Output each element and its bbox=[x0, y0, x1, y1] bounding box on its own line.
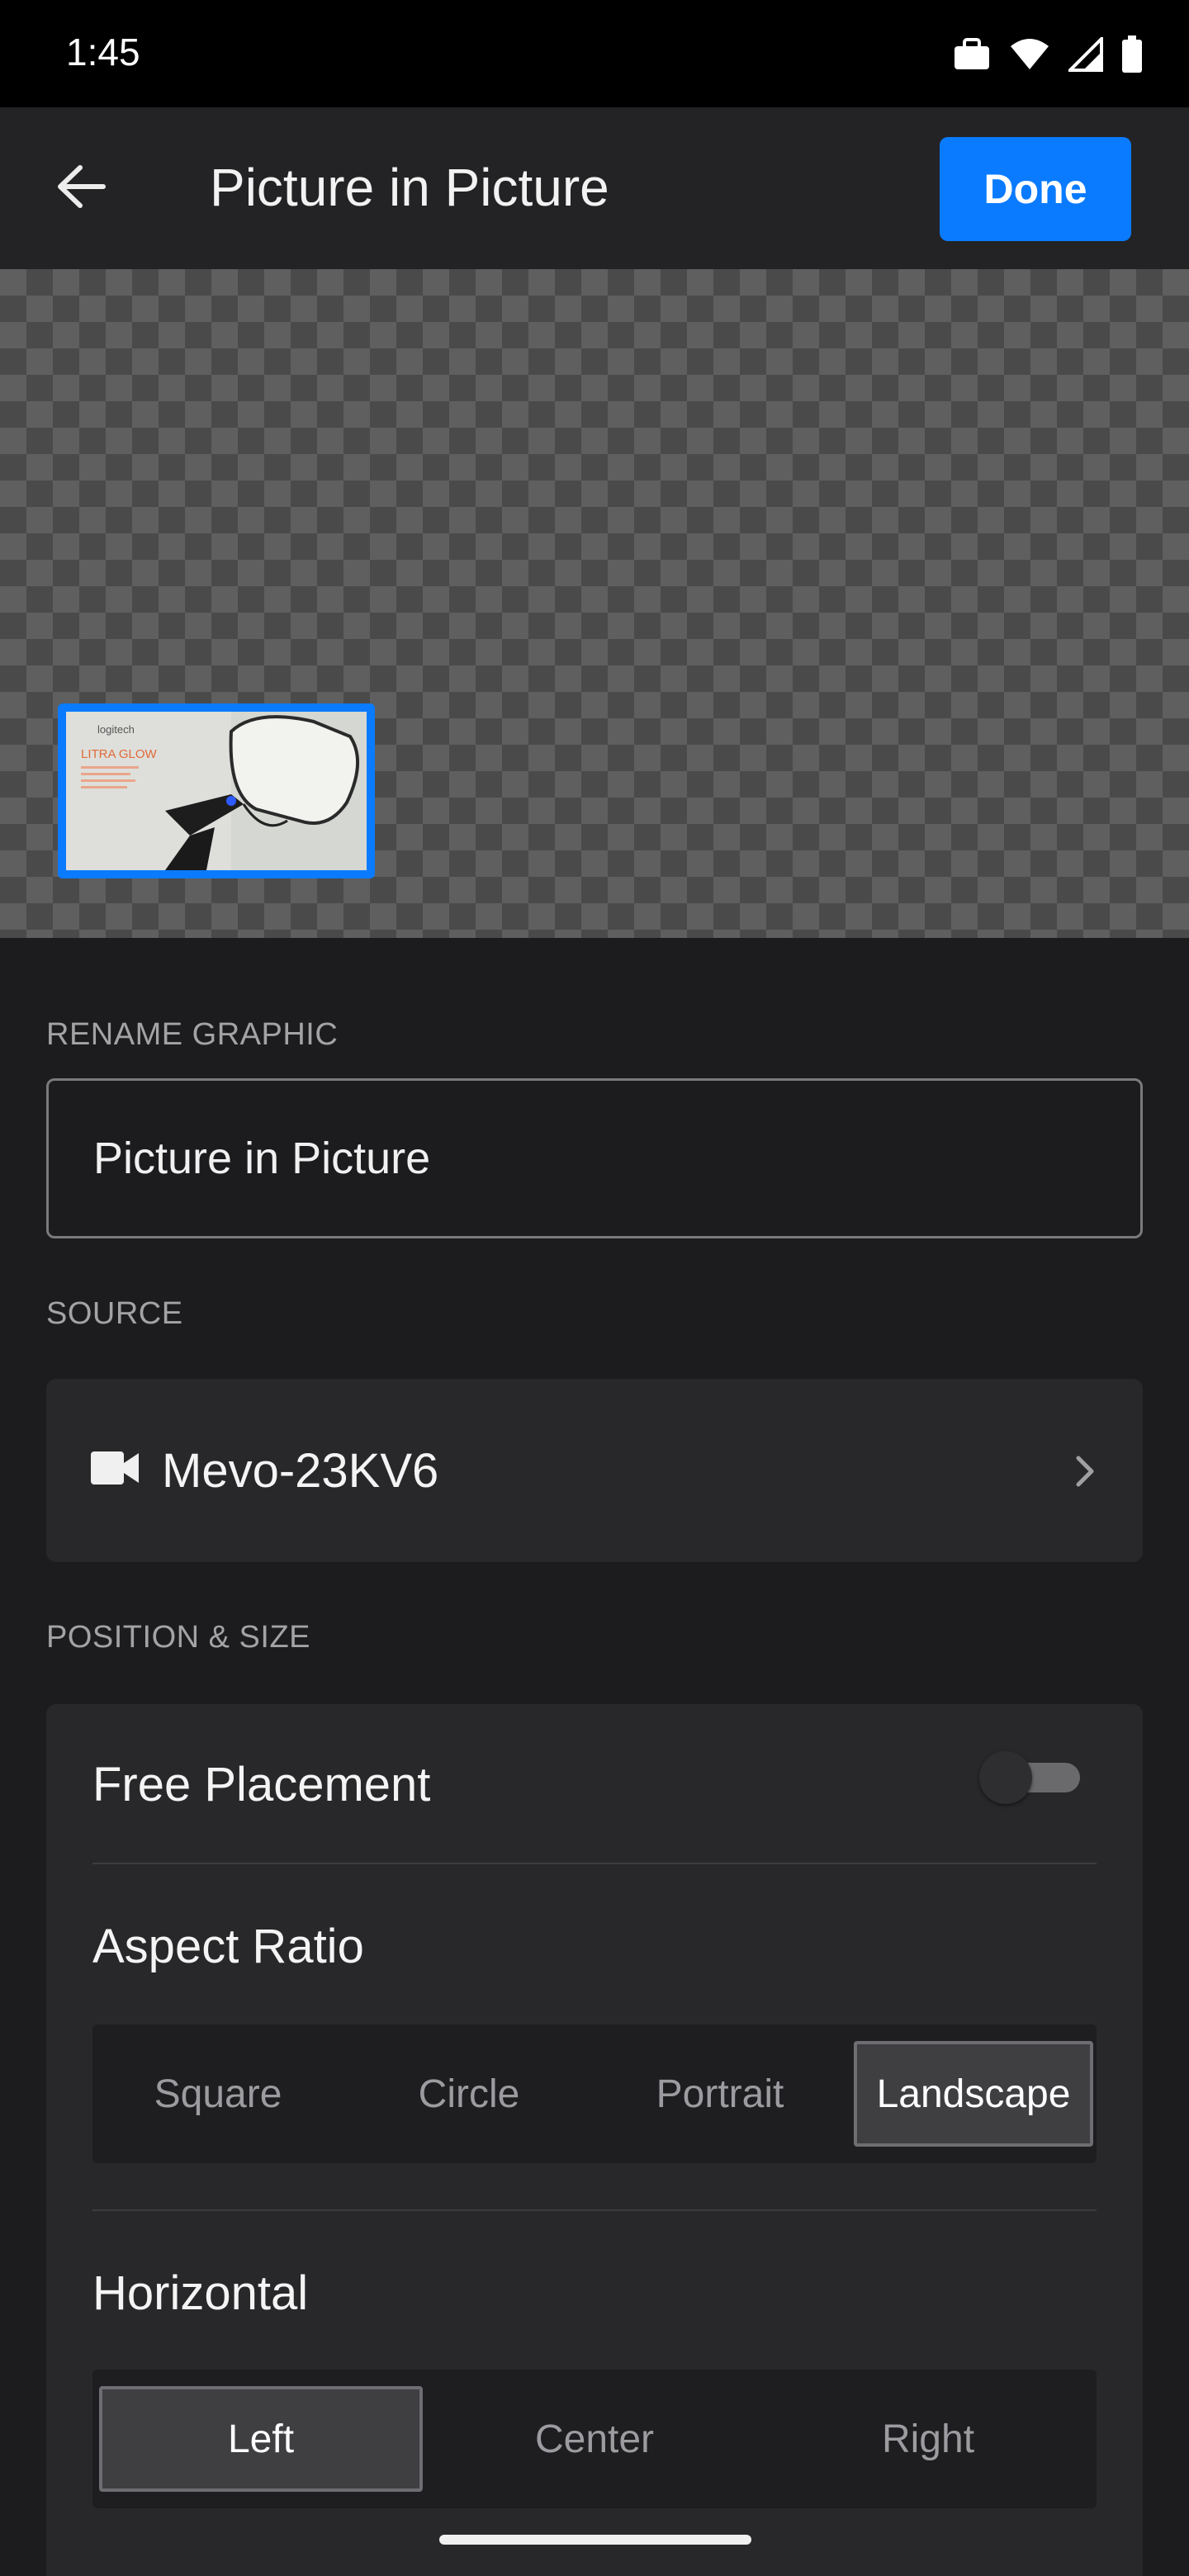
status-time: 1:45 bbox=[66, 31, 140, 73]
pip-brand-text: logitech bbox=[97, 723, 135, 736]
done-button[interactable]: Done bbox=[940, 137, 1131, 241]
source-device-name: Mevo-23KV6 bbox=[162, 1444, 439, 1498]
back-button[interactable] bbox=[46, 154, 116, 223]
aspect-ratio-option-portrait[interactable]: Portrait bbox=[594, 2041, 846, 2147]
status-bar: 1:45 bbox=[0, 0, 1189, 107]
pip-overlay[interactable]: logitech LITRA GLOW bbox=[58, 703, 375, 878]
free-placement-label: Free Placement bbox=[92, 1758, 431, 1811]
pip-video-thumbnail: logitech LITRA GLOW bbox=[66, 712, 367, 870]
wifi-icon bbox=[1009, 38, 1050, 71]
rename-input[interactable] bbox=[46, 1078, 1143, 1238]
preview-canvas[interactable]: logitech LITRA GLOW bbox=[0, 269, 1189, 938]
page-title: Picture in Picture bbox=[210, 158, 609, 217]
status-icons bbox=[953, 33, 1143, 76]
aspect-ratio-label: Aspect Ratio bbox=[92, 1920, 364, 1973]
horizontal-segmented-control: Left Center Right bbox=[92, 2370, 1097, 2508]
signal-icon bbox=[1068, 37, 1103, 72]
chevron-right-icon bbox=[1068, 1453, 1101, 1489]
aspect-ratio-option-square[interactable]: Square bbox=[92, 2041, 343, 2147]
app-bar: Picture in Picture Done bbox=[0, 107, 1189, 269]
free-placement-toggle[interactable] bbox=[979, 1751, 1082, 1804]
battery-icon bbox=[1121, 36, 1143, 73]
divider bbox=[92, 1863, 1097, 1864]
horizontal-option-right[interactable]: Right bbox=[763, 2386, 1093, 2492]
position-size-card: Free Placement Aspect Ratio Square Circl… bbox=[46, 1704, 1143, 2576]
position-size-section-label: POSITION & SIZE bbox=[46, 1620, 310, 1655]
horizontal-option-center[interactable]: Center bbox=[429, 2386, 760, 2492]
pip-product-text: LITRA GLOW bbox=[81, 747, 158, 761]
aspect-ratio-segmented-control: Square Circle Portrait Landscape bbox=[92, 2024, 1097, 2163]
screen: 1:45 Picture in Picture Done logitech LI… bbox=[0, 0, 1189, 2576]
briefcase-icon bbox=[953, 38, 991, 71]
toggle-thumb bbox=[979, 1751, 1032, 1804]
divider bbox=[92, 2209, 1097, 2211]
home-indicator[interactable] bbox=[439, 2535, 751, 2545]
aspect-ratio-option-circle[interactable]: Circle bbox=[343, 2041, 594, 2147]
source-section-label: SOURCE bbox=[46, 1296, 183, 1331]
video-camera-icon bbox=[91, 1450, 140, 1486]
rename-section-label: RENAME GRAPHIC bbox=[46, 1017, 339, 1052]
back-arrow-icon bbox=[55, 164, 107, 213]
aspect-ratio-option-landscape[interactable]: Landscape bbox=[854, 2041, 1093, 2147]
horizontal-label: Horizontal bbox=[92, 2266, 309, 2320]
horizontal-option-left[interactable]: Left bbox=[99, 2386, 423, 2492]
source-selector[interactable]: Mevo-23KV6 bbox=[46, 1379, 1143, 1562]
